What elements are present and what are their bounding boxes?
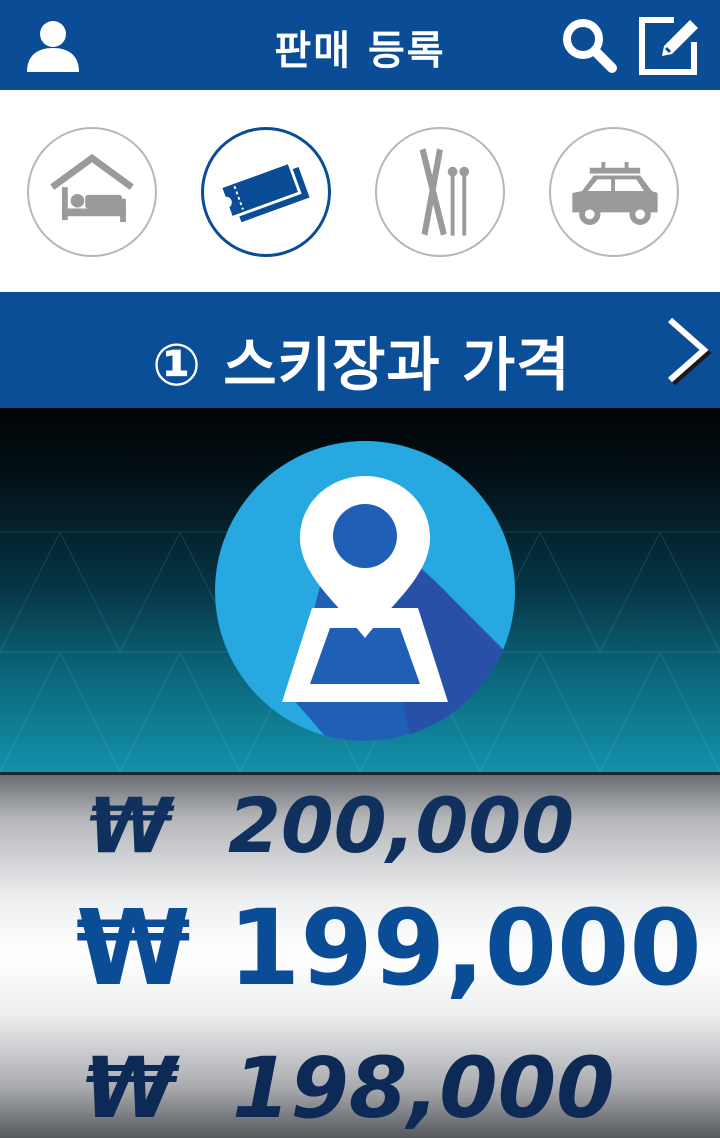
ticket-icon bbox=[218, 160, 310, 223]
edit-icon[interactable] bbox=[638, 14, 700, 76]
step-bar: ① 스키장과 가격 bbox=[0, 292, 720, 408]
app-header: 판매 등록 bbox=[0, 0, 720, 90]
currency-symbol: ₩ bbox=[88, 781, 172, 870]
skis-icon bbox=[419, 148, 470, 236]
category-ski-equipment[interactable] bbox=[375, 127, 505, 257]
category-vehicle[interactable] bbox=[549, 127, 679, 257]
price-value: 200,000 bbox=[228, 781, 575, 870]
car-icon bbox=[572, 161, 658, 225]
search-icon[interactable] bbox=[558, 14, 620, 76]
currency-symbol: ₩ bbox=[84, 1039, 177, 1137]
category-ticket[interactable] bbox=[201, 127, 331, 257]
price-picker[interactable]: ₩ 200,000 ₩ 199,000 ₩ 198,000 bbox=[0, 772, 720, 1138]
currency-symbol: ₩ bbox=[76, 887, 191, 1009]
map-pin-icon bbox=[215, 441, 515, 741]
bed-icon bbox=[50, 153, 134, 223]
chevron-right-icon[interactable] bbox=[656, 314, 714, 386]
step-title: ① 스키장과 가격 bbox=[152, 331, 571, 399]
category-lodging[interactable] bbox=[27, 127, 157, 257]
category-selector bbox=[0, 90, 720, 292]
price-value: 198,000 bbox=[232, 1039, 615, 1137]
page: 판매 등록 ① 스키장과 가격 ₩ 200,000 ₩ 199,000 ₩ 19… bbox=[0, 0, 720, 1138]
hero-banner bbox=[0, 408, 720, 772]
price-value: 199,000 bbox=[228, 887, 702, 1009]
